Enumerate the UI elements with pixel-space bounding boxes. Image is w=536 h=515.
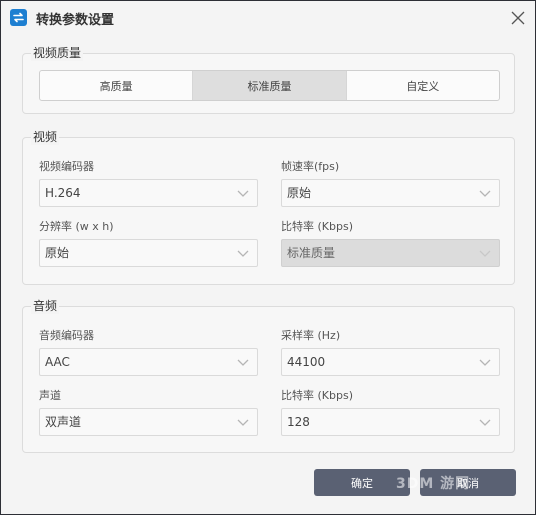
chevron-down-icon	[237, 419, 249, 426]
quality-group-label: 视频质量	[31, 45, 84, 61]
chevron-down-icon	[237, 250, 249, 257]
cancel-button[interactable]: 取消	[420, 469, 516, 496]
video-bitrate-value: 标准质量	[287, 246, 336, 260]
audio-bitrate-label: 比特率 (Kbps)	[281, 389, 353, 402]
channel-value: 双声道	[45, 415, 82, 429]
audio-bitrate-select[interactable]: 128	[281, 408, 500, 436]
video-bitrate-select[interactable]: 标准质量	[281, 239, 500, 267]
ok-button[interactable]: 确定	[314, 469, 410, 496]
audio-bitrate-value: 128	[287, 415, 310, 429]
video-group-label: 视频	[31, 129, 60, 145]
quality-option-custom[interactable]: 自定义	[347, 71, 499, 100]
video-encoder-label: 视频编码器	[39, 160, 94, 173]
fps-value: 原始	[287, 186, 312, 200]
samplerate-value: 44100	[287, 355, 326, 369]
video-group: 视频 视频编码器 H.264 帧速率(fps) 原始 分辨率 (w x h) 原…	[22, 129, 515, 285]
dialog-title: 转换参数设置	[36, 13, 115, 28]
chevron-down-icon	[479, 250, 491, 257]
convert-arrows-icon	[10, 9, 27, 26]
fps-select[interactable]: 原始	[281, 179, 500, 207]
channel-select[interactable]: 双声道	[39, 408, 258, 436]
fps-label: 帧速率(fps)	[281, 160, 340, 173]
audio-group-label: 音频	[31, 298, 60, 314]
resolution-select[interactable]: 原始	[39, 239, 258, 267]
channel-label: 声道	[39, 389, 61, 402]
chevron-down-icon	[237, 190, 249, 197]
chevron-down-icon	[479, 190, 491, 197]
audio-encoder-value: AAC	[45, 355, 70, 369]
quality-segmented-control: 高质量 标准质量 自定义	[39, 70, 500, 101]
chevron-down-icon	[479, 359, 491, 366]
conversion-settings-dialog: 转换参数设置 视频质量 高质量 标准质量 自定义 视频 视频编码器 H.264 …	[0, 0, 536, 515]
samplerate-label: 采样率 (Hz)	[281, 329, 341, 342]
quality-group: 视频质量 高质量 标准质量 自定义	[22, 45, 515, 114]
resolution-value: 原始	[45, 246, 70, 260]
close-icon[interactable]	[511, 10, 525, 25]
video-encoder-value: H.264	[45, 186, 81, 200]
audio-group: 音频 音频编码器 AAC 采样率 (Hz) 44100 声道 双声道 比特率 (…	[22, 298, 515, 453]
chevron-down-icon	[479, 419, 491, 426]
quality-option-standard[interactable]: 标准质量	[193, 71, 347, 100]
video-bitrate-label: 比特率 (Kbps)	[281, 220, 353, 233]
audio-encoder-select[interactable]: AAC	[39, 348, 258, 376]
audio-encoder-label: 音频编码器	[39, 329, 94, 342]
title-bar[interactable]: 转换参数设置	[1, 1, 535, 35]
chevron-down-icon	[237, 359, 249, 366]
quality-option-high[interactable]: 高质量	[40, 71, 194, 100]
video-encoder-select[interactable]: H.264	[39, 179, 258, 207]
resolution-label: 分辨率 (w x h)	[39, 220, 114, 233]
samplerate-select[interactable]: 44100	[281, 348, 500, 376]
